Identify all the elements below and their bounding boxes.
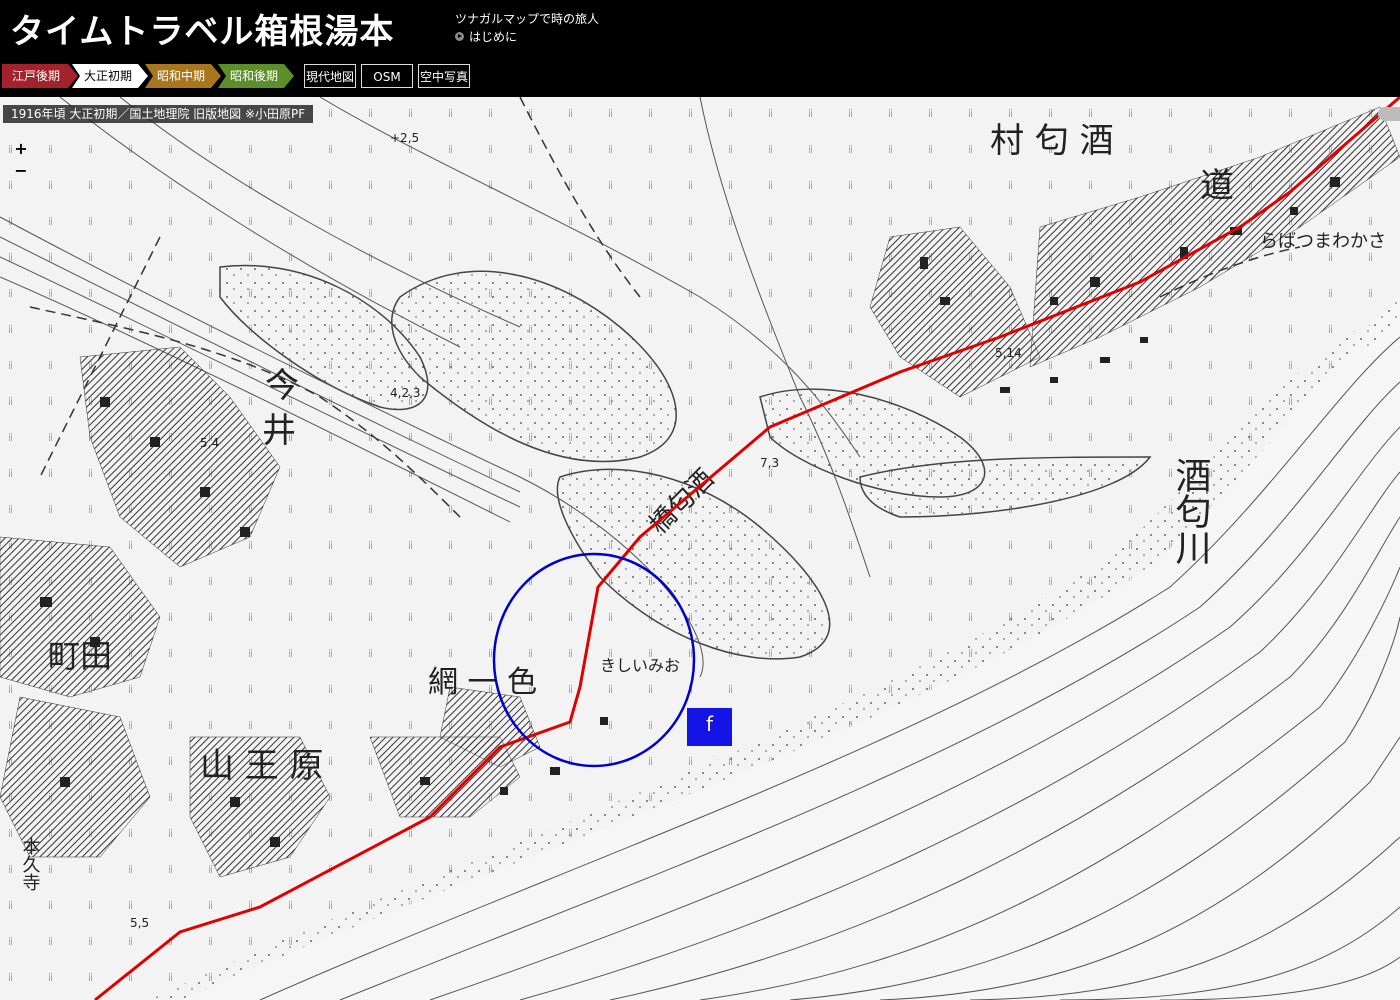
label-elev3: 7,3: [760, 456, 779, 470]
map-caption: 1916年頃 大正初期／国土地理院 旧版地図 ※小田原PF: [3, 105, 314, 123]
label-elev1: 5,14: [995, 346, 1022, 360]
osm-button[interactable]: OSM: [361, 64, 413, 88]
era-tab-edo-late[interactable]: 江戸後期: [2, 64, 78, 88]
label-i: 井: [262, 411, 296, 451]
label-honkuji: 本久寺: [20, 837, 41, 891]
label-kishii: きしいみお: [600, 656, 680, 675]
label-town-left: 町田: [48, 637, 112, 675]
label-sannohara: 山 王 原: [200, 746, 324, 786]
era-tab-taisho-early[interactable]: 大正初期: [72, 64, 148, 88]
label-elev5: +2,5: [390, 131, 419, 145]
tagline: ツナガルマップで時の旅人: [455, 12, 600, 26]
modern-map-button[interactable]: 現代地図: [304, 64, 356, 88]
map-view[interactable]: ⅱ: [0, 97, 1400, 1000]
scroll-handle[interactable]: [1378, 107, 1400, 121]
label-elev2: 4,2,3: [390, 386, 421, 400]
label-ima: 今: [265, 366, 299, 406]
label-amiisshiki: 網 一 色: [428, 665, 537, 700]
label-river: 酒匂川: [1170, 457, 1212, 565]
zoom-in-button[interactable]: +: [12, 139, 30, 159]
header-bar: タイムトラベル箱根湯本 ツナガルマップで時の旅人 はじめに 江戸後期 大正初期 …: [0, 0, 1400, 97]
label-place-right: らばつまわかさ: [1260, 231, 1386, 252]
intro-link[interactable]: はじめに: [455, 28, 517, 45]
label-sakawa-village: 村 匂 酒: [990, 121, 1114, 161]
aerial-photo-button[interactable]: 空中写真: [418, 64, 470, 88]
era-tab-showa-mid[interactable]: 昭和中期: [145, 64, 221, 88]
play-icon: [455, 32, 464, 41]
label-elev4: 5,4: [200, 436, 219, 450]
label-road: 道: [1200, 166, 1234, 206]
label-elev6: 5,5: [130, 916, 149, 930]
zoom-out-button[interactable]: −: [12, 161, 30, 181]
app-title: タイムトラベル箱根湯本: [10, 12, 395, 52]
marker-f[interactable]: f: [687, 708, 732, 746]
old-map-layer: ⅱ: [0, 97, 1400, 1000]
intro-link-label: はじめに: [469, 30, 518, 44]
era-tab-showa-late[interactable]: 昭和後期: [218, 64, 294, 88]
